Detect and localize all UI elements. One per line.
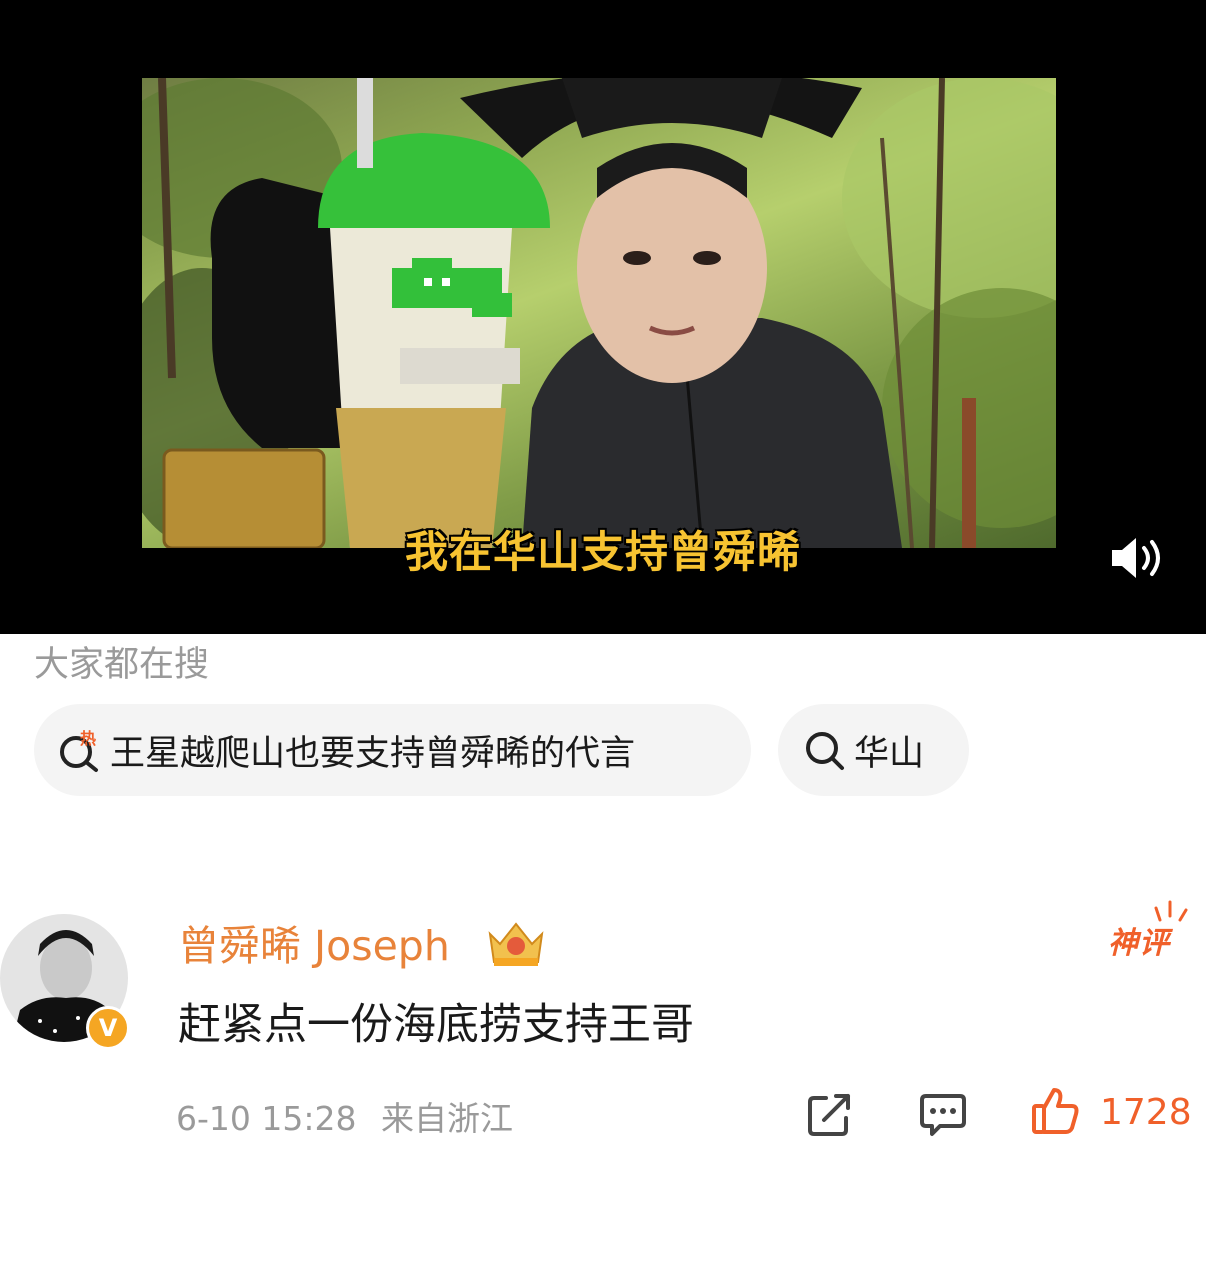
comment-location: 来自浙江 (381, 1099, 513, 1138)
comment-text: 赶紧点一份海底捞支持王哥 (178, 1000, 694, 1050)
crown-badge-icon (484, 912, 548, 970)
video-player[interactable]: 我在华山支持曾舜晞 (0, 0, 1206, 634)
share-icon[interactable] (806, 1090, 854, 1138)
hot-search-text: 王星越爬山也要支持曾舜晞的代言 (110, 733, 636, 774)
hot-search-chip[interactable]: 热 王星越爬山也要支持曾舜晞的代言 (34, 704, 751, 796)
svg-text:热: 热 (80, 729, 96, 748)
search-section-title: 大家都在搜 (34, 645, 210, 685)
like-icon[interactable] (1030, 1086, 1080, 1136)
hot-search-icon: 热 (56, 726, 104, 774)
video-frame (142, 78, 1056, 548)
comment-username[interactable]: 曾舜晞 Joseph (178, 912, 450, 972)
comment-timestamp: 6-10 15:28 (176, 1099, 357, 1138)
reply-icon[interactable] (918, 1090, 968, 1138)
comment-meta: 6-10 15:28 来自浙江 (176, 1092, 513, 1140)
search-chip[interactable]: 华山 (778, 704, 969, 796)
speaker-icon[interactable] (1108, 534, 1172, 582)
sparkle-icon (1150, 900, 1190, 930)
video-caption: 我在华山支持曾舜晞 (405, 528, 801, 578)
search-chip-text: 华山 (854, 733, 925, 774)
verified-badge: V (86, 1006, 130, 1050)
like-count: 1728 (1100, 1092, 1192, 1133)
search-icon (800, 726, 848, 774)
